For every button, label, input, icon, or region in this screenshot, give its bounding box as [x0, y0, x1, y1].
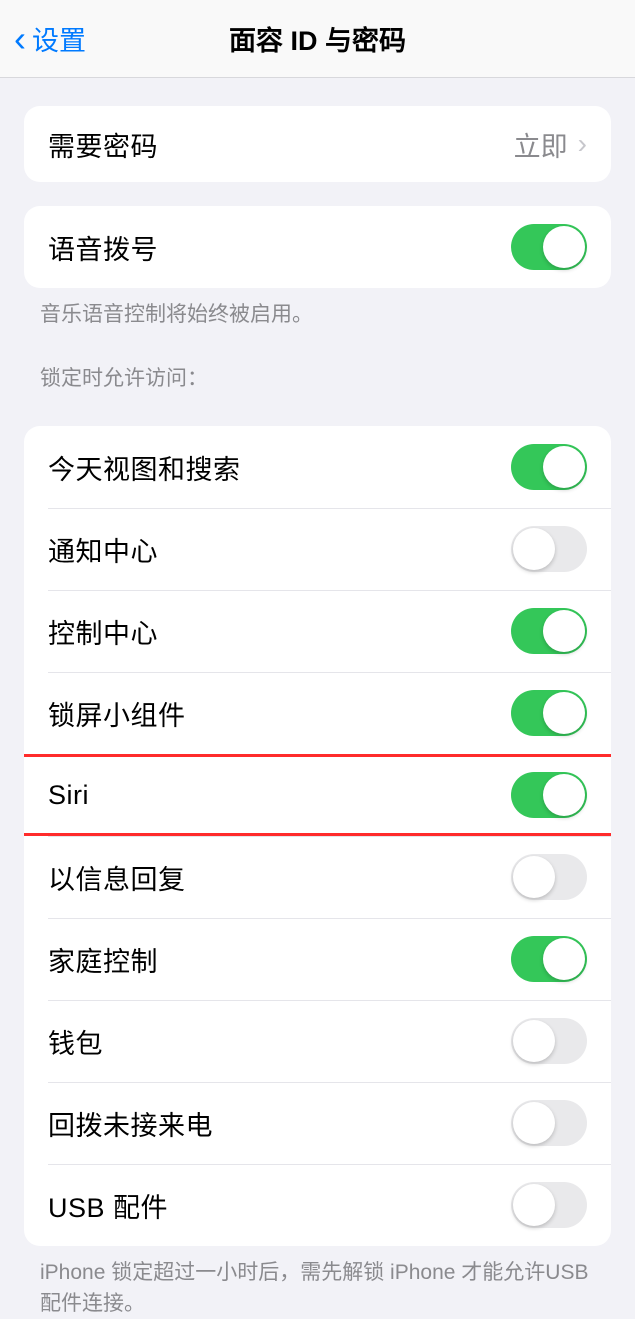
row-lock-item: 回拨未接来电	[24, 1082, 611, 1164]
require-passcode-label: 需要密码	[48, 125, 158, 164]
lock-item-toggle[interactable]	[511, 444, 587, 490]
row-lock-item: 家庭控制	[24, 918, 611, 1000]
group-voice-dial: 语音拨号	[24, 206, 611, 288]
lock-item-toggle[interactable]	[511, 1100, 587, 1146]
lock-access-section-header: 锁定时允许访问：	[0, 330, 635, 402]
row-lock-item: 控制中心	[24, 590, 611, 672]
lock-item-label: 以信息回复	[48, 858, 186, 897]
voice-dial-toggle[interactable]	[511, 224, 587, 270]
chevron-right-icon: ›	[578, 128, 587, 160]
lock-item-label: 今天视图和搜索	[48, 448, 241, 487]
row-lock-item: 今天视图和搜索	[24, 426, 611, 508]
lock-item-label: 锁屏小组件	[48, 694, 186, 733]
chevron-left-icon: ‹	[14, 21, 26, 57]
page-title: 面容 ID 与密码	[229, 19, 406, 58]
row-lock-item: Siri	[24, 754, 611, 836]
lock-item-toggle[interactable]	[511, 690, 587, 736]
lock-item-label: 通知中心	[48, 530, 158, 569]
lock-item-label: 控制中心	[48, 612, 158, 651]
voice-dial-footer: 音乐语音控制将始终被启用。	[0, 288, 635, 330]
group-lock-access: 今天视图和搜索通知中心控制中心锁屏小组件 Siri 以信息回复家庭控制钱包回拨未接来…	[24, 426, 611, 1246]
row-lock-item: 锁屏小组件	[24, 672, 611, 754]
group-require-passcode: 需要密码 立即 ›	[24, 106, 611, 182]
row-lock-item: USB 配件	[24, 1164, 611, 1246]
lock-item-toggle[interactable]	[511, 772, 587, 818]
lock-item-toggle[interactable]	[511, 1182, 587, 1228]
lock-access-footer: iPhone 锁定超过一小时后，需先解锁 iPhone 才能允许USB 配件连接…	[0, 1246, 635, 1319]
row-lock-item: 通知中心	[24, 508, 611, 590]
row-require-passcode[interactable]: 需要密码 立即 ›	[24, 106, 611, 182]
lock-item-label: 钱包	[48, 1022, 103, 1061]
back-button[interactable]: ‹ 设置	[0, 19, 86, 58]
back-label: 设置	[32, 19, 86, 58]
lock-item-label: Siri	[48, 780, 89, 811]
require-passcode-value: 立即	[514, 125, 568, 164]
row-voice-dial: 语音拨号	[24, 206, 611, 288]
lock-item-toggle[interactable]	[511, 526, 587, 572]
lock-item-toggle[interactable]	[511, 854, 587, 900]
lock-item-toggle[interactable]	[511, 1018, 587, 1064]
row-lock-item: 以信息回复	[24, 836, 611, 918]
nav-header: ‹ 设置 面容 ID 与密码	[0, 0, 635, 78]
lock-item-toggle[interactable]	[511, 608, 587, 654]
lock-item-label: 家庭控制	[48, 940, 158, 979]
voice-dial-label: 语音拨号	[48, 228, 158, 267]
lock-item-toggle[interactable]	[511, 936, 587, 982]
lock-item-label: 回拨未接来电	[48, 1104, 213, 1143]
row-lock-item: 钱包	[24, 1000, 611, 1082]
lock-item-label: USB 配件	[48, 1186, 168, 1225]
